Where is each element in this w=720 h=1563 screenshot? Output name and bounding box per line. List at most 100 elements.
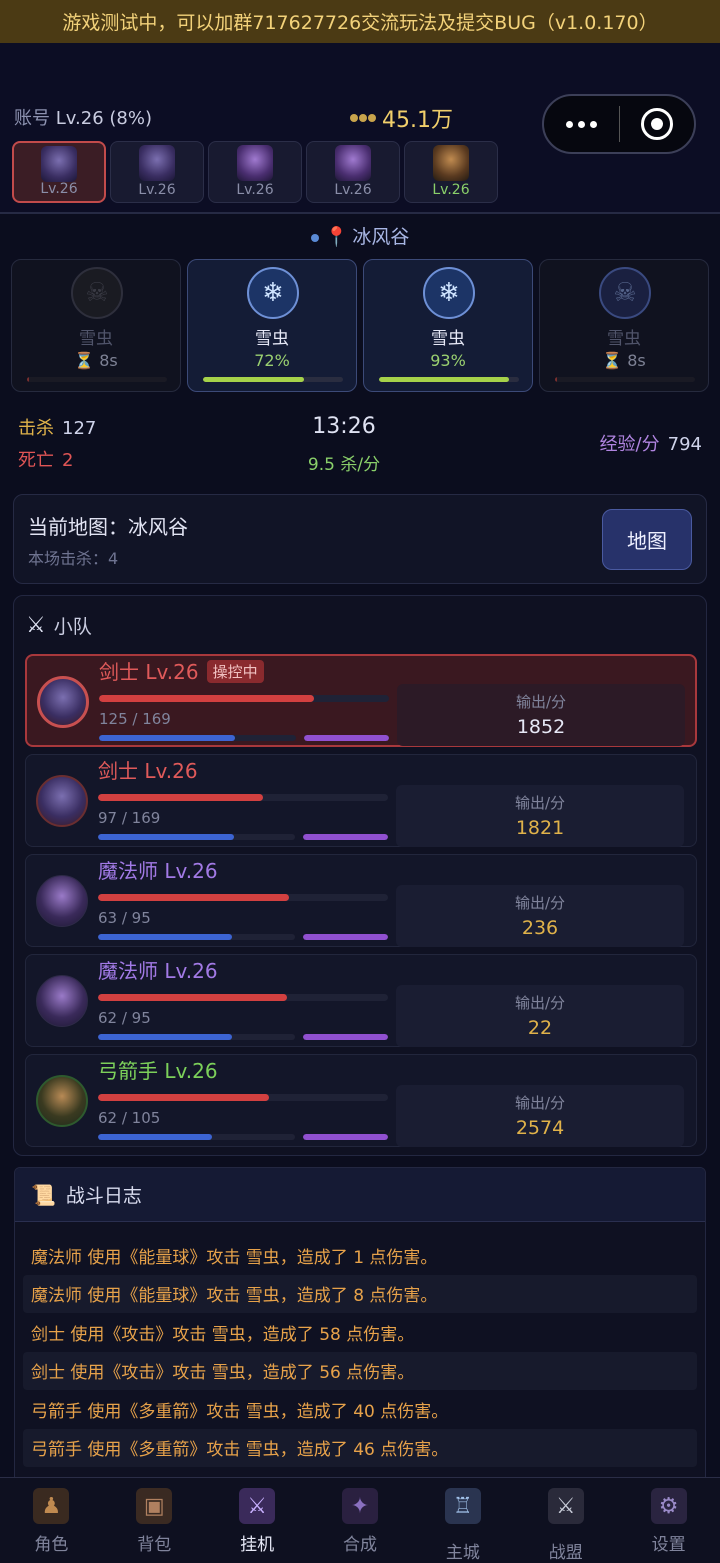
hero-tab-swordsman-1[interactable]: Lv.26 — [12, 141, 106, 203]
snow-worm-icon: ☠ — [599, 267, 651, 319]
mp-fill — [99, 735, 235, 741]
output-value: 2574 — [515, 1117, 565, 1139]
crossed-swords-icon: ⚔ — [26, 613, 46, 638]
hero-tab-level: Lv.26 — [40, 181, 78, 197]
monster-row: ☠ 雪虫 ⏳ 8s ❄ 雪虫 72% ❄ 雪虫 93% ☠ 雪虫 ⏳ 8s — [11, 259, 709, 392]
zone-title: 📍 冰风谷 — [0, 222, 720, 249]
log-line: 剑士 使用《攻击》攻击 雪虫，造成了 56 点伤害。 — [23, 1351, 697, 1390]
hp-text: 125 / 169 — [99, 710, 171, 728]
log-line: 魔法师 使用《能量球》攻击 雪虫，造成了 1 点伤害。 — [31, 1247, 438, 1268]
monster-hp-bar — [379, 377, 519, 382]
battle-log-panel[interactable]: 📜 战斗日志 魔法师 使用《能量球》攻击 雪虫，造成了 1 点伤害。 魔法师 使… — [14, 1167, 706, 1487]
squad-member[interactable]: 魔法师 Lv.26 62 / 95 输出/分 22 — [25, 954, 697, 1047]
map-button[interactable]: 地图 — [602, 509, 692, 570]
character-icon: ♟ — [33, 1488, 70, 1524]
xp-fill — [303, 1034, 388, 1040]
more-menu-button[interactable] — [544, 120, 619, 128]
xp-bar — [303, 1134, 388, 1140]
account-level-value: Lv.26 (8%) — [55, 108, 152, 129]
tab-main-city[interactable]: ♖ 主城 — [411, 1478, 514, 1563]
monster-hp-fill — [27, 377, 29, 382]
test-banner: 游戏测试中，可以加群717627726交流玩法及提交BUG（v1.0.170） — [0, 0, 720, 43]
log-line: 剑士 使用《攻击》攻击 雪虫，造成了 58 点伤害。 — [31, 1324, 415, 1345]
crossed-swords-icon: ⚔ — [547, 1488, 584, 1524]
battle-log-header: 📜 战斗日志 — [15, 1168, 705, 1222]
monster-hp-bar — [203, 377, 343, 382]
xp-bar — [303, 934, 388, 940]
respawn-timer: ⏳ 8s — [74, 351, 118, 370]
tab-guild[interactable]: ⚔ 战盟 — [514, 1478, 617, 1563]
monster-hp-percent: 93% — [430, 351, 466, 370]
squad-member[interactable]: 剑士 Lv.26 97 / 169 输出/分 1821 — [25, 754, 697, 847]
archer-avatar-icon — [36, 1075, 88, 1127]
hero-tab-mage-1[interactable]: Lv.26 — [208, 141, 302, 203]
monster-hp-fill — [555, 377, 557, 382]
bottom-tab-bar: ♟ 角色 ▣ 背包 ⚔ 挂机 ✦ 合成 ♖ 主城 ⚔ 战盟 ⚙ 设置 — [0, 1477, 720, 1563]
swordsman-portrait-icon — [139, 145, 175, 181]
hp-fill — [98, 794, 264, 801]
castle-icon: ♖ — [444, 1488, 481, 1524]
monster-hp-fill — [203, 377, 304, 382]
xp-bar — [303, 834, 388, 840]
hero-tab-strip: Lv.26 Lv.26 Lv.26 Lv.26 Lv.26 — [12, 141, 498, 203]
mp-bar — [98, 834, 295, 840]
squad-member[interactable]: 魔法师 Lv.26 63 / 95 输出/分 236 — [25, 854, 697, 947]
output-label: 输出/分 — [514, 794, 566, 812]
output-label: 输出/分 — [515, 693, 567, 711]
squad-member[interactable]: 弓箭手 Lv.26 62 / 105 输出/分 2574 — [25, 1054, 697, 1147]
hp-bar — [98, 794, 388, 801]
monster-card[interactable]: ☠ 雪虫 ⏳ 8s — [539, 259, 709, 392]
tab-settings[interactable]: ⚙ 设置 — [617, 1478, 720, 1563]
gold-amount: 45.1万 — [382, 108, 453, 133]
zone-name: 冰风谷 — [352, 226, 410, 248]
mage-avatar-icon — [36, 875, 88, 927]
close-mini-program-button[interactable] — [620, 108, 695, 140]
mini-program-capsule[interactable] — [542, 94, 696, 154]
tab-label: 角色 — [34, 1535, 69, 1555]
mp-bar — [98, 1034, 295, 1040]
monster-card[interactable]: ❄ 雪虫 72% — [187, 259, 357, 392]
xp-fill — [303, 1134, 388, 1140]
mp-fill — [98, 1034, 232, 1040]
hero-tab-swordsman-2[interactable]: Lv.26 — [110, 141, 204, 203]
squad-header: ⚔ 小队 — [26, 612, 92, 639]
backpack-icon: ▣ — [136, 1488, 173, 1524]
tab-idle[interactable]: ⚔ 挂机 — [206, 1478, 309, 1563]
current-map-label: 当前地图：冰风谷 — [28, 515, 188, 539]
hp-bar — [98, 1094, 388, 1101]
controlling-badge: 操控中 — [206, 660, 264, 683]
kill-rate: 9.5 杀/分 — [307, 455, 381, 475]
gold-coins-icon — [350, 114, 376, 122]
exp-label: 经验/分 — [599, 434, 660, 455]
monster-card[interactable]: ❄ 雪虫 93% — [363, 259, 533, 392]
hero-tab-mage-2[interactable]: Lv.26 — [306, 141, 400, 203]
tab-craft[interactable]: ✦ 合成 — [309, 1478, 412, 1563]
hp-text: 63 / 95 — [98, 909, 151, 927]
xp-fill — [303, 834, 388, 840]
log-line: 弓箭手 使用《多重箭》攻击 雪虫，造成了 40 点伤害。 — [31, 1401, 449, 1422]
xp-bar — [304, 735, 389, 741]
member-title: 魔法师 Lv.26 — [98, 859, 218, 883]
tab-character[interactable]: ♟ 角色 — [0, 1478, 103, 1563]
squad-member[interactable]: 剑士 Lv.26 操控中 125 / 169 输出/分 1852 — [25, 654, 697, 747]
hp-fill — [98, 1094, 270, 1101]
monster-hp-bar — [555, 377, 695, 382]
respawn-timer: ⏳ 8s — [602, 351, 646, 370]
battle-stats: 击杀 127 死亡 2 13:26 9.5 杀/分 经验/分 794 — [0, 404, 720, 480]
mage-portrait-icon — [335, 145, 371, 181]
hp-bar — [98, 894, 388, 901]
output-box: 输出/分 1821 — [396, 785, 684, 847]
mp-bar — [98, 934, 295, 940]
hero-tab-archer[interactable]: Lv.26 — [404, 141, 498, 203]
output-value: 1852 — [516, 716, 566, 738]
account-level: 账号 Lv.26 (8%) — [14, 104, 152, 130]
monster-card[interactable]: ☠ 雪虫 ⏳ 8s — [11, 259, 181, 392]
map-panel: 当前地图：冰风谷 本场击杀：4 地图 — [13, 494, 707, 584]
member-title: 魔法师 Lv.26 — [98, 959, 218, 983]
account-label: 账号 — [14, 108, 50, 129]
log-line: 弓箭手 使用《多重箭》攻击 雪虫，造成了 46 点伤害。 — [23, 1428, 697, 1467]
tab-backpack[interactable]: ▣ 背包 — [103, 1478, 206, 1563]
output-value: 236 — [521, 917, 559, 939]
tab-label: 设置 — [651, 1535, 686, 1555]
member-title: 剑士 Lv.26 — [98, 759, 198, 783]
